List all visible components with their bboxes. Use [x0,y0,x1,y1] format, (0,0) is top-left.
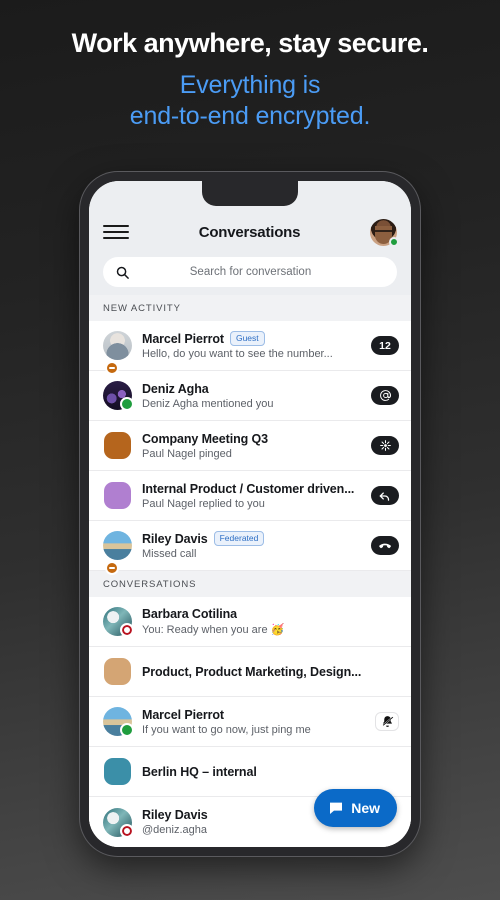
avatar [103,331,132,375]
reply-icon [371,486,399,505]
list-item[interactable]: Barbara Cotilina You: Ready when you are … [89,597,411,647]
avatar[interactable] [370,218,399,247]
list-item[interactable]: Marcel Pierrot If you want to go now, jus… [89,697,411,747]
list-item-subtitle: If you want to go now, just ping me [142,723,311,736]
avatar [103,481,132,510]
list-item-subtitle: You: Ready when you are 🥳 [142,624,285,636]
list-item-title: Deniz Agha [142,381,209,396]
list-item-subtitle: Missed call [142,548,197,561]
page-title: Conversations [198,223,301,241]
list-item-text: Berlin HQ – internal [142,765,399,779]
promo-subheadline: Everything is end-to-end encrypted. [0,70,500,131]
list-item-text: Deniz Agha Deniz Agha mentioned you [142,382,361,410]
promo-text-block: Work anywhere, stay secure. Everything i… [0,28,500,131]
promo-subheadline-line1: Everything is [179,71,321,100]
list-item[interactable]: Company Meeting Q3 Paul Nagel pinged [89,421,411,471]
list-item-title: Marcel Pierrot [142,707,224,722]
presence-indicator [120,397,134,411]
section-header: NEW ACTIVITY [89,295,411,321]
list-item[interactable]: Riley Davis Federated Missed call [89,521,411,575]
list-item-title: Berlin HQ – internal [142,764,257,779]
presence-indicator [105,561,119,575]
chat-bubble-icon [330,802,343,814]
missed-call-icon [371,536,399,555]
section-header: CONVERSATIONS [89,571,411,597]
avatar [103,531,132,575]
avatar [103,657,132,686]
list-item-title: Company Meeting Q3 [142,431,268,446]
list-item-title: Product, Product Marketing, Design... [142,664,362,679]
new-conversation-button[interactable]: New [314,789,397,827]
list-item[interactable]: Product, Product Marketing, Design... [89,647,411,697]
search-input[interactable]: Search for conversation [103,257,397,287]
list-item-text: Riley Davis Federated Missed call [142,530,361,561]
avatar [103,757,132,786]
status-badge [389,236,399,247]
avatar [103,381,134,411]
list-item-text: Barbara Cotilina You: Ready when you are … [142,607,399,636]
list-item[interactable]: Internal Product / Customer driven... Pau… [89,471,411,521]
mention-icon [371,386,399,405]
new-conversation-label: New [351,800,380,816]
promo-headline: Work anywhere, stay secure. [71,28,429,58]
list-item-title: Internal Product / Customer driven... [142,481,355,496]
avatar [103,431,132,460]
list-item-title: Riley Davis [142,808,208,822]
ping-icon [371,436,399,455]
avatar [103,707,134,737]
list-item-text: Internal Product / Customer driven... Pau… [142,482,361,510]
search-placeholder: Search for conversation [189,266,312,278]
status-badge: Federated [213,530,265,547]
phone-mockup: Conversations Search for conversation NE… [80,172,420,856]
list-item-text: Company Meeting Q3 Paul Nagel pinged [142,432,361,460]
promo-subheadline-line2: end-to-end encrypted. [129,101,371,130]
unread-count-badge: 12 [371,336,399,355]
presence-indicator [105,361,119,375]
list-item[interactable]: Marcel Pierrot Guest Hello, do you want to… [89,321,411,375]
list-item-title: Marcel Pierrot [142,331,224,346]
phone-screen: Conversations Search for conversation NE… [89,181,411,847]
list-item-text: Marcel Pierrot Guest Hello, do you want to… [142,330,361,361]
presence-indicator [120,723,134,737]
list-item[interactable]: Deniz Agha Deniz Agha mentioned you [89,371,411,421]
list-item-subtitle: Hello, do you want to see the number... [142,348,333,361]
list-item-subtitle: Paul Nagel pinged [142,447,232,460]
list-item-text: Marcel Pierrot If you want to go now, jus… [142,708,365,736]
list-item-subtitle: Deniz Agha mentioned you [142,397,274,410]
hamburger-icon[interactable] [103,225,129,239]
list-item-text: Product, Product Marketing, Design... [142,665,399,679]
avatar [103,607,134,637]
bell-muted-icon [375,712,399,731]
presence-indicator [120,823,134,838]
list-item-title: Riley Davis [142,531,208,546]
status-badge: Guest [229,330,265,347]
conversation-list[interactable]: NEW ACTIVITY Marcel Pierrot Guest Hello, do… [89,295,411,847]
avatar [103,807,134,838]
presence-indicator [120,623,134,637]
phone-notch [202,181,298,206]
search-icon [116,266,129,279]
list-item-subtitle: Paul Nagel replied to you [142,497,265,510]
list-item-title: Barbara Cotilina [142,607,237,621]
